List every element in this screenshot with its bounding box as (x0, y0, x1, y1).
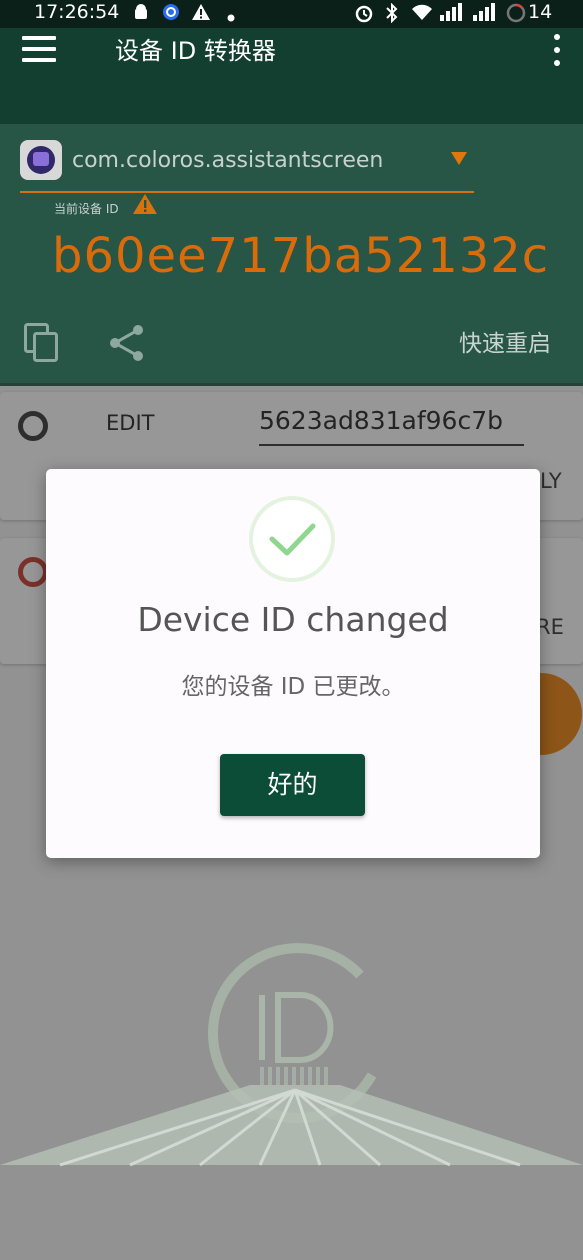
bluetooth-icon (384, 2, 400, 28)
menu-icon[interactable] (22, 36, 56, 62)
battery-level: 14 (528, 1, 553, 23)
alarm-icon (354, 3, 374, 28)
android-icon (133, 3, 149, 26)
ok-button[interactable]: 好的 (220, 754, 365, 816)
share-icon[interactable] (108, 324, 146, 362)
app-icon (20, 140, 62, 180)
battery-icon (506, 3, 526, 28)
dot-icon (227, 7, 235, 27)
dialog-title: Device ID changed (137, 600, 449, 639)
status-bar: 17:26:54 14 (0, 0, 583, 28)
wifi-icon (411, 3, 433, 26)
id-logo-watermark (0, 925, 583, 1175)
signal-icon-2 (473, 3, 499, 26)
overflow-icon[interactable] (553, 34, 561, 68)
sync-icon (162, 3, 180, 26)
dropdown-underline (20, 191, 474, 193)
package-selector[interactable]: com.coloros.assistantscreen (72, 146, 383, 176)
app-title: 设备 ID 转换器 (115, 37, 276, 65)
status-time: 17:26:54 (34, 1, 120, 23)
chevron-down-icon[interactable] (451, 152, 467, 165)
dialog-message: 您的设备 ID 已更改。 (181, 674, 405, 700)
quick-restart-button[interactable]: 快速重启 (459, 328, 551, 360)
copy-icon[interactable] (24, 323, 60, 363)
device-id-value: b60ee717ba52132c (52, 228, 550, 284)
warning-icon[interactable] (132, 193, 158, 215)
warning-icon (191, 3, 211, 26)
current-id-label: 当前设备 ID (54, 202, 119, 216)
signal-icon (440, 3, 466, 26)
app-bar (0, 28, 583, 124)
check-icon (248, 495, 336, 583)
